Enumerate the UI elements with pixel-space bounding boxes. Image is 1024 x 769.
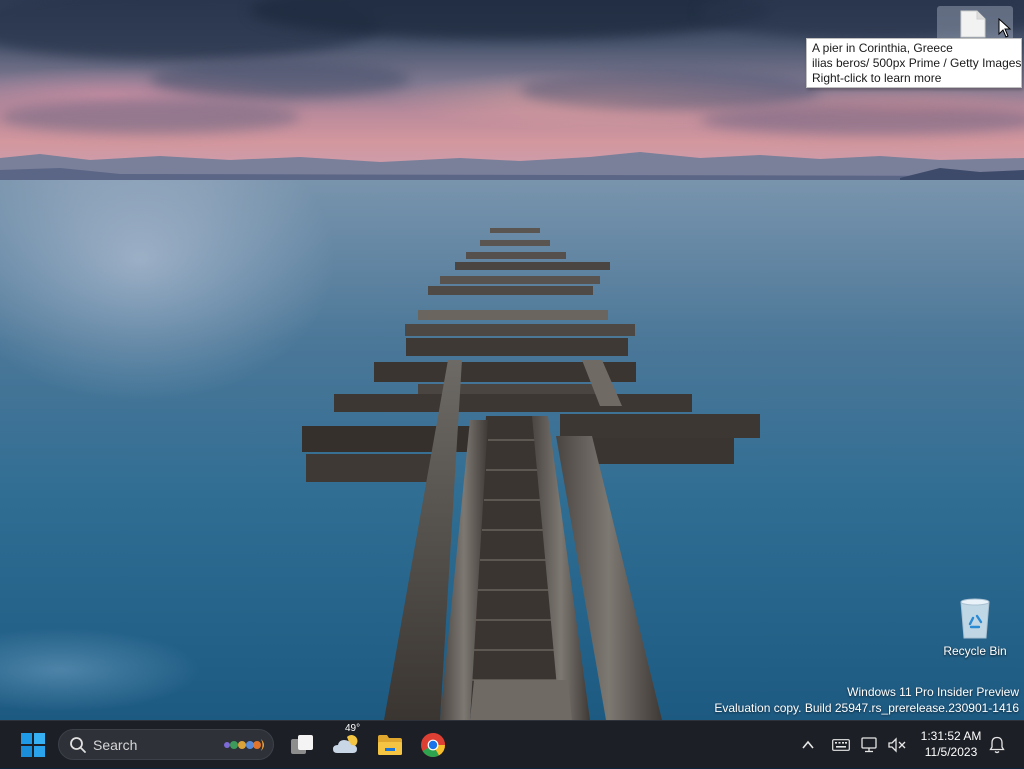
taskbar: Search 49° 1:31:52 AM 11/5/2023	[0, 720, 1024, 768]
clock-date: 11/5/2023	[924, 745, 978, 759]
bell-icon	[989, 736, 1005, 754]
weather-icon	[333, 735, 358, 753]
chevron-up-icon	[802, 740, 814, 749]
wallpaper-pier	[302, 228, 760, 720]
keyboard-icon	[832, 739, 850, 751]
network-icon	[861, 737, 877, 753]
desktop-wallpaper	[0, 0, 1024, 720]
start-button[interactable]	[14, 721, 52, 769]
search-highlight-icon	[224, 739, 264, 751]
file-explorer-button[interactable]	[372, 721, 408, 769]
desktop-icon-label: Recycle Bin	[943, 644, 1007, 658]
search-label: Search	[93, 736, 138, 753]
mouse-pointer-icon	[998, 18, 1012, 38]
volume-muted-icon	[888, 737, 906, 753]
desktop-icon-recycle-bin[interactable]: Recycle Bin	[938, 596, 1012, 658]
wallpaper-info-tooltip: A pier in Corinthia, Greece ilias beros/…	[806, 38, 1022, 88]
tooltip-title: A pier in Corinthia, Greece	[812, 41, 953, 55]
evaluation-watermark: Windows 11 Pro Insider Preview Evaluatio…	[714, 684, 1019, 716]
recycle-bin-icon	[960, 598, 990, 639]
taskbar-clock[interactable]: 1:31:52 AM 11/5/2023	[912, 728, 990, 760]
chrome-icon	[421, 733, 445, 758]
search-icon	[70, 736, 86, 753]
file-explorer-icon	[378, 735, 402, 755]
task-view-icon	[291, 735, 313, 754]
watermark-build: Evaluation copy. Build 25947.rs_prerelea…	[714, 701, 1019, 715]
notifications-button[interactable]	[986, 721, 1008, 769]
clock-time: 1:31:52 AM	[920, 729, 982, 743]
taskbar-search-box[interactable]: Search	[58, 729, 274, 760]
chrome-button[interactable]	[414, 721, 452, 769]
network-status-button[interactable]	[860, 721, 882, 769]
watermark-edition: Windows 11 Pro Insider Preview	[847, 685, 1019, 699]
volume-button[interactable]	[886, 721, 908, 769]
weather-temperature: 49°	[345, 723, 361, 734]
task-view-button[interactable]	[284, 721, 320, 769]
tooltip-hint: Right-click to learn more	[812, 71, 942, 85]
document-icon[interactable]	[958, 9, 988, 39]
windows-logo-icon	[21, 733, 45, 757]
keyboard-language-button[interactable]	[830, 721, 852, 769]
tooltip-credit: ilias beros/ 500px Prime / Getty Images	[812, 56, 1022, 70]
show-hidden-icons-button[interactable]	[798, 721, 818, 769]
